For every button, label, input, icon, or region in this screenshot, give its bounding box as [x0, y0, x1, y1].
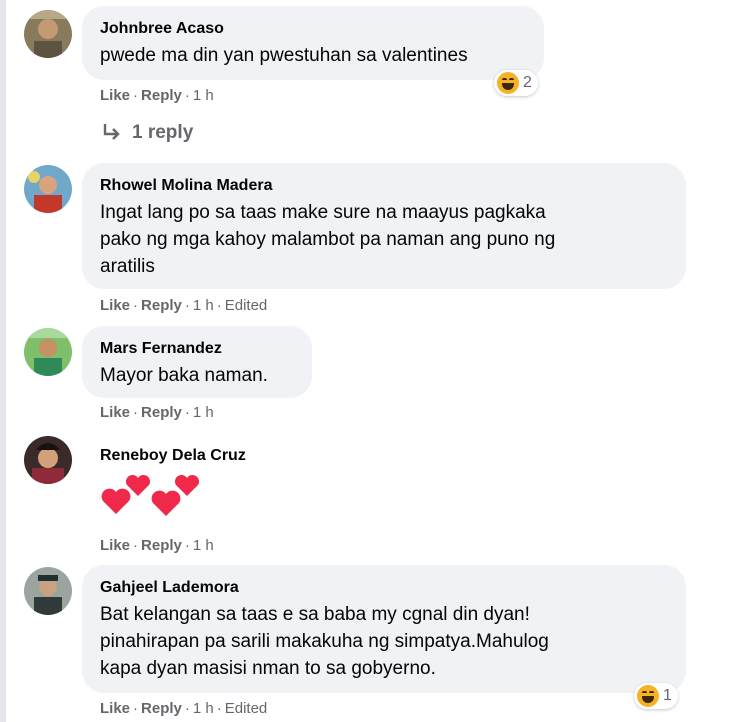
like-button[interactable]: Like [100, 700, 130, 717]
like-button[interactable]: Like [100, 297, 130, 314]
comment-actions: Like · Reply · 1 h [100, 537, 214, 554]
like-button[interactable]: Like [100, 537, 130, 554]
comment-actions: Like · Reply · 1 h [100, 87, 214, 104]
comment-text-line: pinahirapan pa sarili makakuha ng simpat… [100, 631, 549, 652]
reply-button[interactable]: Reply [141, 404, 182, 421]
comment-text-line: kapa dyan masisi nman to sa gobyerno. [100, 658, 436, 679]
timestamp[interactable]: 1 h [193, 87, 214, 104]
timestamp[interactable]: 1 h [193, 700, 214, 717]
heart-icon [125, 474, 151, 496]
reaction-badge[interactable]: 2 [494, 70, 538, 96]
reply-button[interactable]: Reply [141, 87, 182, 104]
timestamp[interactable]: 1 h [193, 404, 214, 421]
like-button[interactable]: Like [100, 404, 130, 421]
comment-bubble: Mars Fernandez Mayor baka naman. [82, 326, 312, 398]
comment-author[interactable]: Rhowel Molina Madera [100, 177, 668, 195]
reaction-badge[interactable]: 1 [634, 683, 678, 709]
reaction-count: 1 [663, 687, 672, 704]
reaction-count: 2 [523, 74, 532, 91]
comment-text: Mayor baka naman. [100, 365, 268, 386]
like-button[interactable]: Like [100, 87, 130, 104]
avatar[interactable] [24, 567, 72, 615]
comment-author[interactable]: Johnbree Acaso [100, 20, 526, 38]
avatar[interactable] [24, 165, 72, 213]
comment-bubble: Gahjeel Lademora Bat kelangan sa taas e … [82, 565, 686, 693]
replies-count: 1 reply [132, 122, 194, 143]
edited-label[interactable]: Edited [225, 297, 268, 314]
avatar[interactable] [24, 436, 72, 484]
avatar[interactable] [24, 10, 72, 58]
timestamp[interactable]: 1 h [193, 297, 214, 314]
reply-button[interactable]: Reply [141, 700, 182, 717]
comment-text-line: pako ng mga kahoy malambot pa naman ang … [100, 229, 556, 250]
reply-button[interactable]: Reply [141, 297, 182, 314]
comment-bubble: Johnbree Acaso pwede ma din yan pwestuha… [82, 6, 544, 80]
comment-text-line: Ingat lang po sa taas make sure na maayu… [100, 202, 546, 223]
heart-icon [151, 490, 181, 516]
edited-label[interactable]: Edited [225, 700, 268, 717]
heart-icon [174, 474, 200, 496]
comment-actions: Like · Reply · 1 h [100, 404, 214, 421]
heart-emojis [96, 470, 206, 516]
reply-button[interactable]: Reply [141, 537, 182, 554]
comment-author[interactable]: Reneboy Dela Cruz [100, 447, 246, 465]
timestamp[interactable]: 1 h [193, 537, 214, 554]
comment-text-line: aratilis [100, 256, 155, 277]
comment-actions: Like · Reply · 1 h · Edited [100, 700, 268, 717]
comment-text: pwede ma din yan pwestuhan sa valentines [100, 45, 468, 66]
haha-icon [497, 72, 519, 94]
window-border [0, 0, 6, 722]
view-replies-link[interactable]: 1 reply [100, 122, 193, 144]
reply-arrow-icon [103, 124, 120, 140]
comment-actions: Like · Reply · 1 h · Edited [100, 297, 268, 314]
comment-author[interactable]: Mars Fernandez [100, 340, 294, 358]
comment-text-line: Bat kelangan sa taas e sa baba my cgnal … [100, 604, 530, 625]
haha-icon [637, 685, 659, 707]
heart-icon [101, 488, 131, 514]
comment-bubble: Rhowel Molina Madera Ingat lang po sa ta… [82, 163, 686, 289]
comment-author[interactable]: Gahjeel Lademora [100, 579, 668, 597]
avatar[interactable] [24, 328, 72, 376]
